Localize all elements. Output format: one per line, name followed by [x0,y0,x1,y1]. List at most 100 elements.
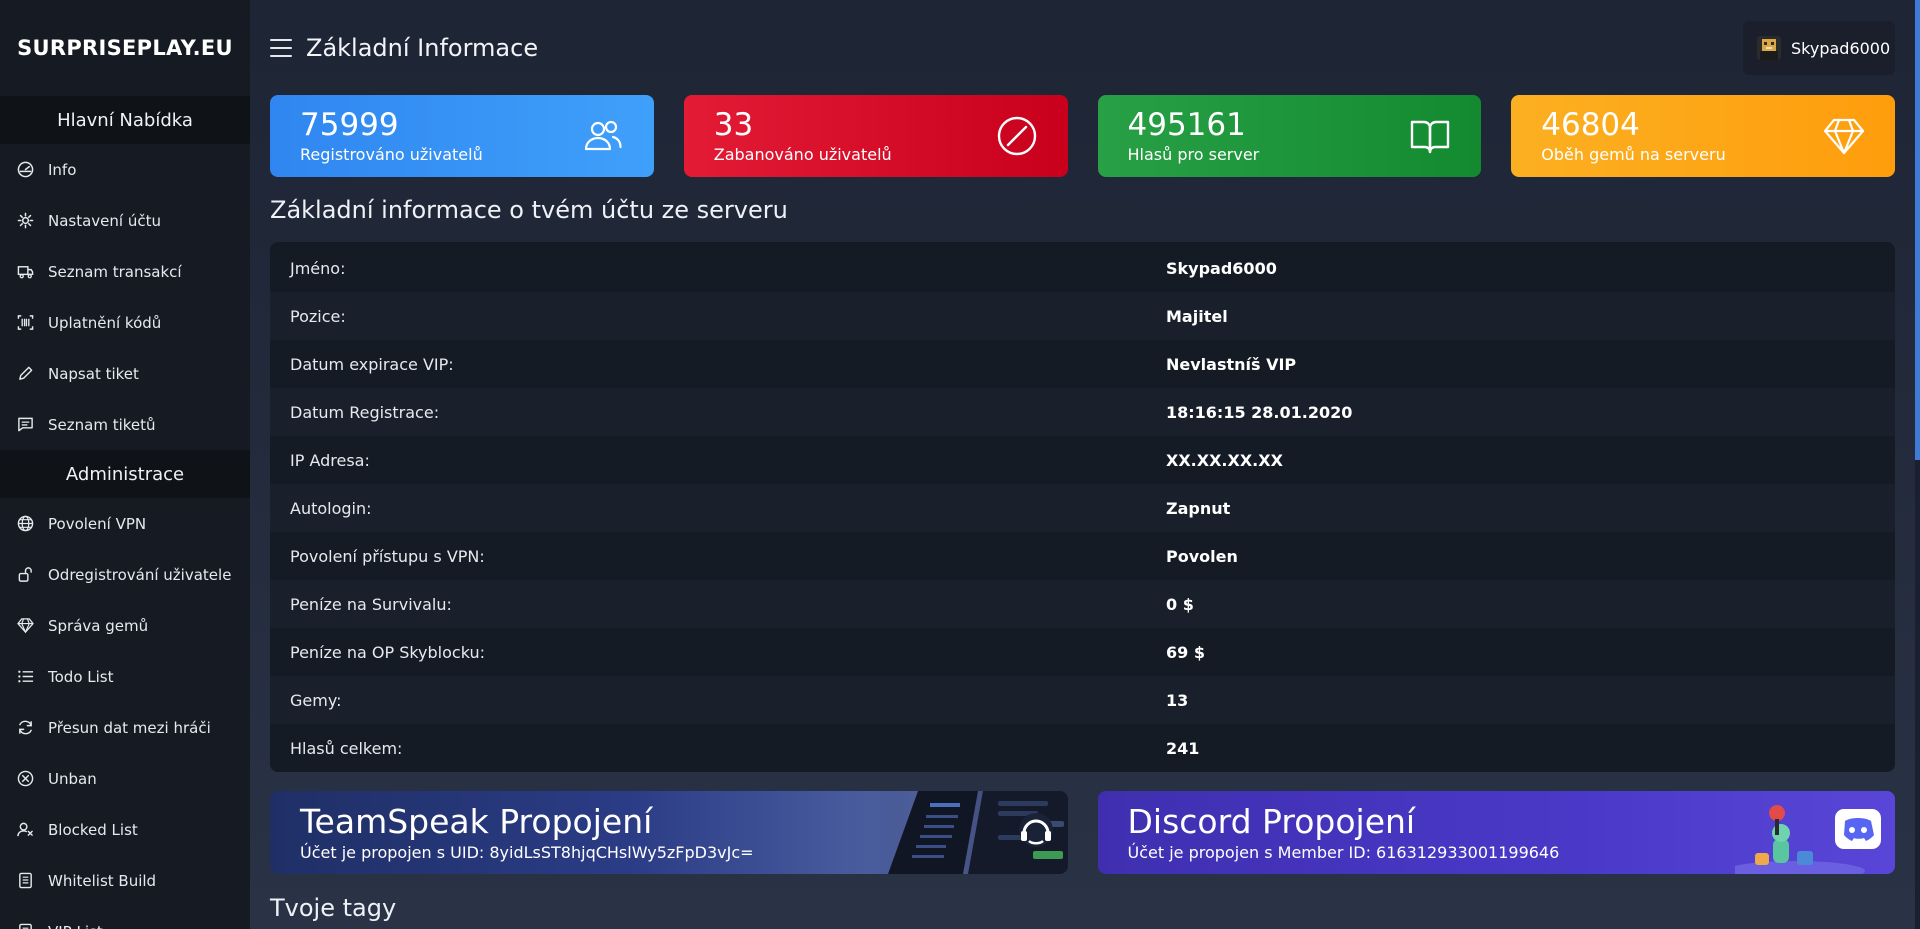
sidebar-item-napsat-tiket[interactable]: Napsat tiket [0,348,250,399]
sidebar-item-label: Přesun dat mezi hráči [48,718,211,737]
sidebar-item-label: Nastavení účtu [48,211,161,230]
sidebar-item-seznam-transakci[interactable]: Seznam transakcí [0,246,250,297]
sidebar-item-label: Info [48,160,77,179]
row-value: 69 $ [1166,642,1205,662]
pencil-icon [19,366,33,380]
sidebar-item-label: Seznam transakcí [48,262,182,281]
row-value: Zapnut [1166,498,1231,518]
brand-logo[interactable]: SURPRISEPLAY.EU [0,0,250,96]
sidebar-item-label: Blocked List [48,820,138,839]
dashboard-icon [17,161,34,178]
sidebar: SURPRISEPLAY.EU Hlavní Nabídka Info Nastav… [0,0,250,929]
barcode-icon [17,315,34,330]
scrollbar[interactable] [1915,0,1920,929]
discord-member-id: Účet je propojen s Member ID: 6163129330… [1127,843,1560,862]
menu-toggle-icon[interactable] [270,39,292,57]
sidebar-item-label: Seznam tiketů [48,415,156,434]
sidebar-nav: Hlavní Nabídka Info Nastavení účtu Seznam t… [0,96,250,929]
sidebar-item-todo-list[interactable]: Todo List [0,651,250,702]
sidebar-item-uplatneni-kodu[interactable]: Uplatnění kódů [0,297,250,348]
sidebar-item-nastaveni-uctu[interactable]: Nastavení účtu [0,195,250,246]
row-value: 18:16:15 28.01.2020 [1166,402,1353,422]
table-row: Peníze na Survivalu: 0 $ [270,580,1895,628]
main-content: Základní Informace Skypad6000 75999 Regi… [250,0,1920,929]
sidebar-item-label: Whitelist Build [48,871,157,890]
scrollbar-thumb[interactable] [1915,0,1920,460]
x-circle-icon [17,770,34,787]
list-icon [18,670,34,683]
row-value: 0 $ [1166,594,1194,614]
table-row: Pozice: Majitel [270,292,1895,340]
sidebar-section-title: Hlavní Nabídka [0,96,250,144]
document-icon [19,872,32,889]
table-row: Peníze na OP Skyblocku: 69 $ [270,628,1895,676]
truck-icon [17,266,34,279]
stat-gems: 46804 Oběh gemů na serveru [1511,95,1895,177]
row-value: Nevlastníš VIP [1166,354,1297,374]
user-block-icon [17,822,33,837]
sidebar-item-info[interactable]: Info [0,144,250,195]
sidebar-item-label: Správa gemů [48,616,149,635]
sidebar-item-unban[interactable]: Unban [0,753,250,804]
table-row: Povolení přístupu s VPN: Povolen [270,532,1895,580]
refresh-icon [19,720,32,735]
sidebar-item-blocked-list[interactable]: Blocked List [0,804,250,855]
tags-section-title: Tvoje tagy [270,894,397,922]
gem-icon [1823,118,1865,155]
row-key: Hlasů celkem: [290,738,403,758]
sidebar-section-title: Administrace [0,450,250,498]
gear-icon [17,212,34,229]
sidebar-item-odregistrovani-uzivatele[interactable]: Odregistrování uživatele [0,549,250,600]
table-row: Datum expirace VIP: Nevlastníš VIP [270,340,1895,388]
row-key: Pozice: [290,306,346,326]
page-title: Základní Informace [306,34,539,62]
account-section-title: Základní informace o tvém účtu ze server… [270,196,788,224]
row-value: Povolen [1166,546,1238,566]
gem-icon [17,618,34,634]
row-value: Skypad6000 [1166,258,1277,278]
document-icon [19,923,32,929]
row-key: Autologin: [290,498,372,518]
table-row: Hlasů celkem: 241 [270,724,1895,772]
table-row: Autologin: Zapnut [270,484,1895,532]
discord-card[interactable]: Discord Propojení Účet je propojen s Mem… [1097,791,1895,874]
sidebar-item-whitelist-build[interactable]: Whitelist Build [0,855,250,906]
unlock-icon [18,567,32,582]
sidebar-item-sprava-gemu[interactable]: Správa gemů [0,600,250,651]
sidebar-item-label: Odregistrování uživatele [48,565,232,584]
sidebar-item-vip-list[interactable]: VIP List [0,906,250,929]
stats-row: 75999 Registrováno uživatelů 33 Zabanová… [270,95,1895,177]
users-icon [584,120,622,151]
row-key: Peníze na Survivalu: [290,594,452,614]
row-key: Jméno: [290,258,346,278]
row-key: Datum Registrace: [290,402,440,422]
sidebar-item-povoleni-vpn[interactable]: Povolení VPN [0,498,250,549]
table-row: Gemy: 13 [270,676,1895,724]
teamspeak-card[interactable]: TeamSpeak Propojení Účet je propojen s U… [270,791,1068,874]
book-icon [1411,120,1450,154]
account-info-table: Jméno: Skypad6000 Pozice: Majitel Datum expi… [270,242,1895,772]
stat-votes: 495161 Hlasů pro server [1097,95,1482,177]
row-key: Datum expirace VIP: [290,354,454,374]
sidebar-item-label: VIP List [48,923,103,929]
row-value: 241 [1166,738,1200,758]
table-row: IP Adresa: XX.XX.XX.XX [270,436,1895,484]
row-value: 13 [1166,690,1189,710]
table-row: Datum Registrace: 18:16:15 28.01.2020 [270,388,1895,436]
sidebar-item-label: Povolení VPN [48,514,147,533]
stat-banned-users: 33 Zabanováno uživatelů [683,95,1068,177]
sidebar-item-presun-dat-mezi-hraci[interactable]: Přesun dat mezi hráči [0,702,250,753]
user-menu-button[interactable]: Skypad6000 [1743,21,1895,75]
sidebar-item-label: Napsat tiket [48,364,139,383]
sidebar-item-label: Uplatnění kódů [48,313,162,332]
row-key: Povolení přístupu s VPN: [290,546,485,566]
row-value: XX.XX.XX.XX [1166,450,1283,470]
row-key: IP Adresa: [290,450,370,470]
sidebar-item-seznam-tiketu[interactable]: Seznam tiketů [0,399,250,450]
row-key: Gemy: [290,690,342,710]
globe-icon [17,515,34,532]
row-key: Peníze na OP Skyblocku: [290,642,486,662]
user-name: Skypad6000 [1791,38,1891,58]
avatar [1757,36,1781,60]
row-value: Majitel [1166,306,1228,326]
